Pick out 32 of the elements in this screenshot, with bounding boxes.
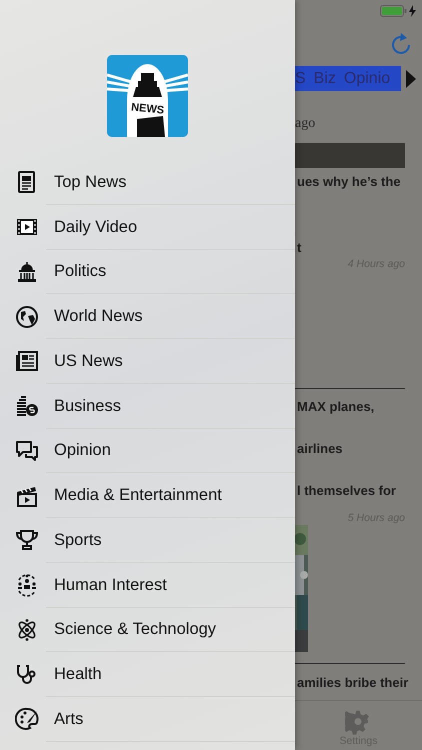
menu-item[interactable]: Sports — [0, 518, 295, 563]
menu-item[interactable]: World News — [0, 294, 295, 339]
menu-item[interactable]: Top News — [0, 160, 295, 205]
menu-icon — [15, 349, 39, 374]
menu-item[interactable]: Business — [0, 384, 295, 428]
menu-icon — [15, 438, 39, 463]
menu-item[interactable]: Health — [0, 652, 295, 697]
headline-text[interactable]: MAX planes, — [295, 398, 422, 416]
headline-text[interactable]: t — [295, 239, 422, 257]
headline-text[interactable]: amilies bribe their — [295, 674, 422, 692]
charging-icon — [409, 5, 416, 17]
menu-item[interactable]: Human Interest — [0, 562, 295, 608]
menu-item[interactable]: Media & Entertainment — [0, 473, 295, 518]
menu-icon — [15, 707, 39, 732]
app-logo: NEWS — [107, 55, 188, 137]
menu-item[interactable]: Daily Video — [0, 204, 295, 250]
menu-item[interactable]: Opinion — [0, 428, 295, 474]
menu-icon — [15, 528, 39, 552]
menu-item[interactable]: Arts — [0, 697, 295, 742]
menu-icon — [15, 304, 39, 329]
menu-item[interactable]: Science & Technology — [0, 608, 295, 652]
menu-icon — [15, 394, 39, 418]
menu-icon — [15, 573, 39, 598]
battery-icon — [380, 5, 407, 17]
menu-item[interactable]: US News — [0, 339, 295, 384]
headline-text[interactable]: airlines — [295, 440, 422, 458]
time-label: ago — [295, 116, 316, 132]
headline-text[interactable]: ues why he’s the — [295, 173, 422, 191]
chevron-right-icon[interactable] — [405, 68, 417, 88]
menu-icon — [15, 260, 39, 284]
menu-item[interactable]: Politics — [0, 250, 295, 294]
headline-text[interactable]: l themselves for — [295, 482, 422, 500]
